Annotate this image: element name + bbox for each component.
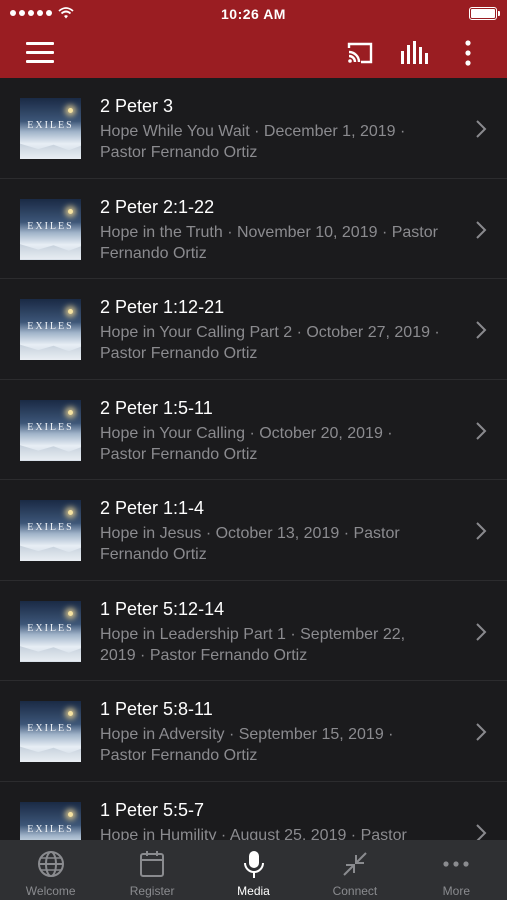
sermon-list-item[interactable]: EXILES 1 Peter 5:5-7 Hope in Humility · …	[0, 782, 507, 841]
sermon-thumbnail: EXILES	[20, 600, 81, 662]
chevron-right-icon	[476, 120, 487, 138]
cast-icon[interactable]	[345, 40, 375, 66]
chevron-right-icon	[476, 823, 487, 840]
tab-label: Connect	[332, 884, 378, 898]
sermon-list-item[interactable]: EXILES 1 Peter 5:12-14 Hope in Leadershi…	[0, 581, 507, 681]
sermon-list-item[interactable]: EXILES 2 Peter 1:5-11 Hope in Your Calli…	[0, 380, 507, 480]
sermon-title: 2 Peter 1:1-4	[100, 498, 205, 518]
sermon-thumbnail: EXILES	[20, 701, 81, 762]
sermon-title: 2 Peter 1:5-11	[100, 397, 213, 418]
sermon-subtitle: Hope in Adversity · September 15, 2019 ·…	[100, 726, 394, 764]
chevron-right-icon	[476, 522, 487, 540]
calendar-icon	[140, 851, 165, 877]
sermon-list: EXILES 2 Peter 3 Hope While You Wait · D…	[0, 78, 507, 840]
sermon-subtitle: Hope in Your Calling Part 2 · October 27…	[100, 324, 440, 362]
tab-label: Welcome	[25, 884, 76, 898]
more-horizontal-icon	[443, 861, 469, 867]
sermon-title: 1 Peter 5:8-11	[100, 699, 213, 719]
collapse-arrows-icon	[343, 852, 367, 876]
bottom-tab-bar: Welcome Register Media Connect More	[0, 840, 507, 900]
sermon-list-item[interactable]: EXILES 1 Peter 5:8-11 Hope in Adversity …	[0, 681, 507, 782]
hamburger-menu-icon[interactable]	[26, 42, 54, 64]
sermon-list-item[interactable]: EXILES 2 Peter 1:12-21 Hope in Your Call…	[0, 279, 507, 380]
more-vertical-icon[interactable]	[458, 40, 478, 66]
sermon-title: 2 Peter 3	[100, 96, 174, 116]
sermon-subtitle: Hope in Jesus · October 13, 2019 · Pasto…	[100, 525, 400, 563]
audio-bars-icon[interactable]	[400, 40, 430, 66]
sermon-list-item[interactable]: EXILES 2 Peter 2:1-22 Hope in the Truth …	[0, 179, 507, 279]
sermon-thumbnail: EXILES	[20, 500, 81, 561]
chevron-right-icon	[476, 723, 487, 741]
sermon-subtitle: Hope in Leadership Part 1 · September 22…	[100, 625, 406, 664]
chevron-right-icon	[476, 220, 487, 239]
sermon-title: 2 Peter 1:12-21	[100, 297, 225, 317]
tab-media[interactable]: Media	[203, 840, 304, 900]
app-bar	[0, 28, 507, 78]
battery-icon	[469, 7, 500, 20]
sermon-title: 1 Peter 5:5-7	[100, 799, 205, 820]
tab-register[interactable]: Register	[101, 840, 202, 900]
sermon-thumbnail: EXILES	[20, 801, 81, 840]
tab-label: More	[442, 884, 470, 898]
sermon-thumbnail: EXILES	[20, 98, 81, 159]
sermon-subtitle: Hope in Your Calling · October 20, 2019 …	[100, 424, 393, 463]
status-time: 10:26 AM	[221, 6, 286, 22]
microphone-icon	[243, 851, 264, 878]
sermon-thumbnail: EXILES	[20, 399, 81, 461]
sermon-thumbnail: EXILES	[20, 299, 81, 360]
globe-icon	[37, 851, 64, 877]
sermon-list-item[interactable]: EXILES 2 Peter 1:1-4 Hope in Jesus · Oct…	[0, 480, 507, 581]
sermon-subtitle: Hope in the Truth · November 10, 2019 · …	[100, 223, 438, 262]
tab-label: Register	[129, 884, 175, 898]
sermon-subtitle: Hope in Humility · August 25, 2019 · Pas…	[100, 826, 407, 841]
tab-welcome[interactable]: Welcome	[0, 840, 101, 900]
sermon-title: 2 Peter 2:1-22	[100, 196, 215, 217]
sermon-list-item[interactable]: EXILES 2 Peter 3 Hope While You Wait · D…	[0, 78, 507, 179]
sermon-title: 1 Peter 5:12-14	[100, 598, 225, 619]
chevron-right-icon	[476, 622, 487, 641]
chevron-right-icon	[476, 321, 487, 339]
tab-more[interactable]: More	[406, 840, 507, 900]
status-bar: 10:26 AM	[0, 0, 507, 28]
sermon-thumbnail: EXILES	[20, 198, 81, 260]
tab-connect[interactable]: Connect	[304, 840, 405, 900]
tab-label: Media	[237, 884, 270, 898]
sermon-subtitle: Hope While You Wait · December 1, 2019 ·…	[100, 123, 406, 161]
chevron-right-icon	[476, 421, 487, 440]
